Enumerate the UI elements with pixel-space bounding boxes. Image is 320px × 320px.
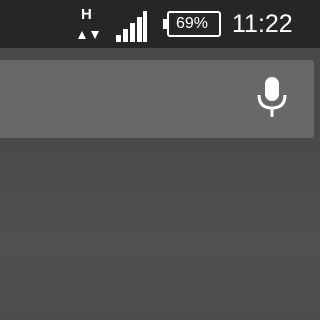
battery-percentage: 69% <box>176 15 209 32</box>
network-type-indicator: H <box>76 7 102 41</box>
search-input[interactable] <box>0 60 250 138</box>
status-clock: 11:22 <box>232 10 293 38</box>
battery-indicator: 69% <box>160 10 222 38</box>
network-activity-arrows-icon <box>78 31 99 39</box>
signal-strength-icon <box>116 11 147 42</box>
home-screen: H 69% 11:22 <box>0 0 320 320</box>
microphone-icon[interactable] <box>255 75 289 121</box>
status-bar: H 69% 11:22 <box>0 0 320 48</box>
network-type-label: H <box>81 6 92 23</box>
